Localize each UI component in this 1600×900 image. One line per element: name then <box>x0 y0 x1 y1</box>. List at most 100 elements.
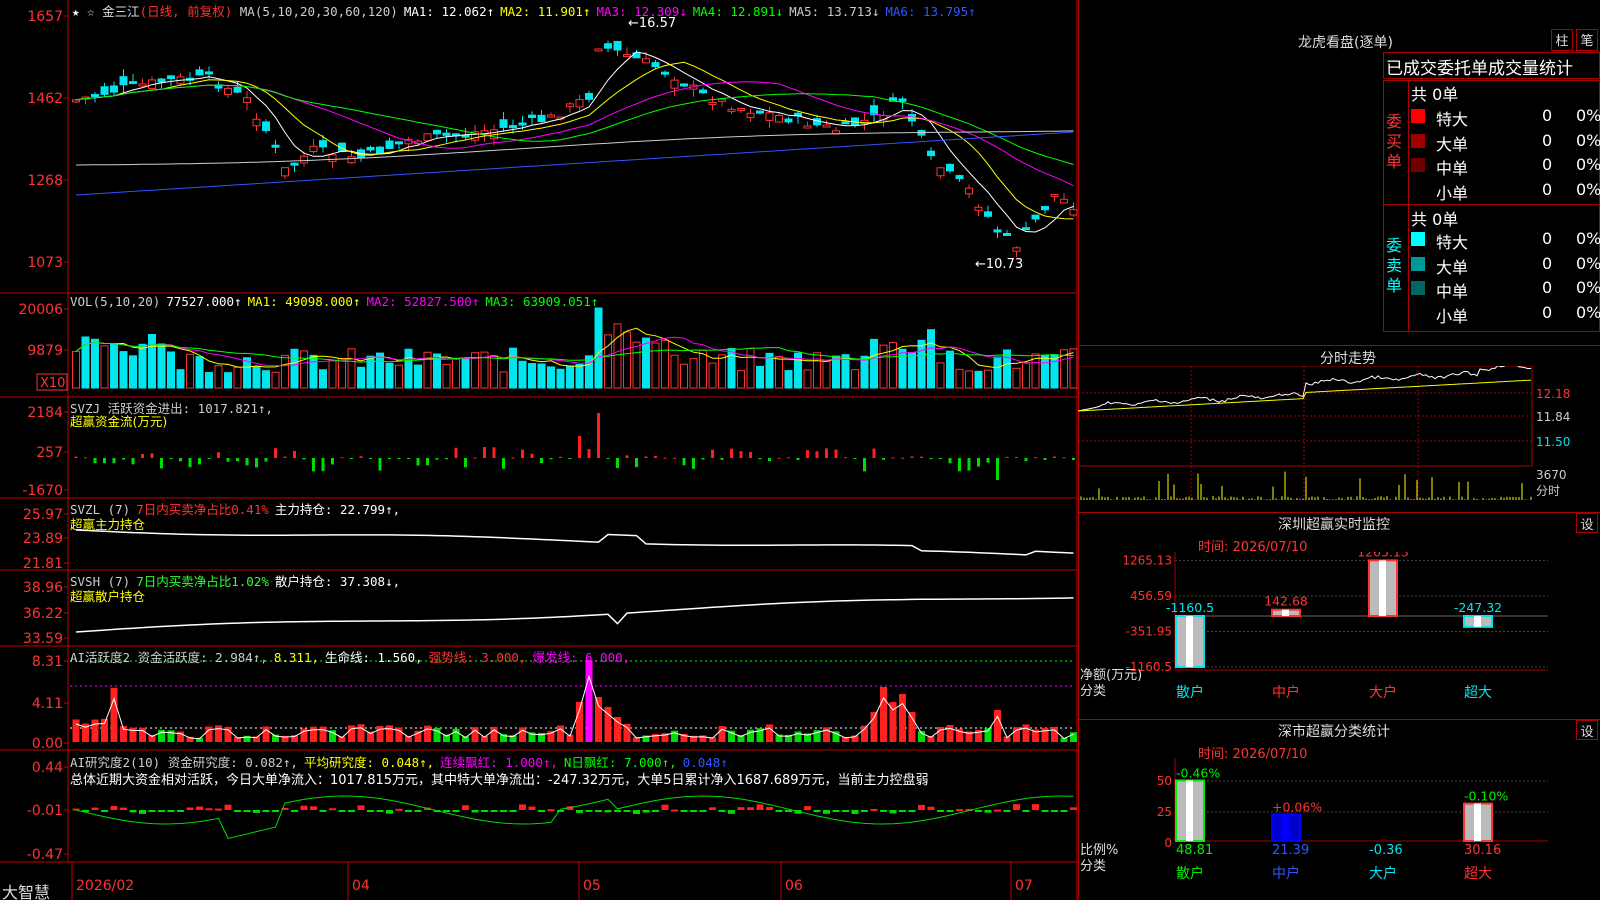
activity-bar <box>899 694 906 742</box>
volume-bar <box>917 339 926 389</box>
bar-mode-button[interactable]: 柱 <box>1551 29 1573 51</box>
activity-bar <box>424 725 431 742</box>
volume-bar <box>1041 355 1049 389</box>
intraday-top-border <box>1078 345 1600 346</box>
order-type-label: 小单 <box>1436 306 1469 326</box>
legend-item: 散户持仓: 37.308↓, <box>274 574 401 589</box>
tab-traded[interactable]: 已成交 <box>1386 59 1437 78</box>
volume-bar <box>946 350 954 389</box>
flow-bar <box>663 457 667 459</box>
order-row: 特大 0 0% <box>1409 228 1600 252</box>
candle <box>205 71 213 75</box>
star-icon[interactable]: ★ ☆ <box>72 4 102 19</box>
legend-item: 强势线: 3.000, <box>428 650 527 665</box>
research-bar <box>272 810 279 812</box>
flow-bar <box>74 456 78 458</box>
flow-bar <box>910 456 914 458</box>
legend-item: 爆发线: 6.000, <box>532 650 631 665</box>
y-tick: 1462 <box>27 91 63 107</box>
candle <box>927 150 935 157</box>
research-bar <box>823 810 830 814</box>
flow-bar <box>378 458 382 471</box>
flow-bar <box>635 458 638 468</box>
candle <box>537 114 546 123</box>
order-percent: 0% <box>1576 302 1600 322</box>
order-row: 中单 0 0% <box>1409 277 1600 301</box>
flow-bar <box>853 458 857 460</box>
activity-bar <box>91 719 99 742</box>
order-count: 0 <box>1542 302 1553 322</box>
research-bar <box>633 810 640 814</box>
legend-item: 连续飘红: 1.000↑, <box>440 755 558 770</box>
flow-bar <box>806 450 809 458</box>
volume-bar <box>452 358 460 389</box>
research-bar <box>177 810 184 812</box>
activity-bar <box>376 726 384 742</box>
research-bar <box>395 808 403 811</box>
research-bar <box>756 804 764 810</box>
volume-bar <box>281 354 289 389</box>
flow-bar <box>435 458 439 460</box>
volume-bar <box>879 344 888 389</box>
flow-bar <box>312 458 315 472</box>
monitor-value-label: -247.32 <box>1454 600 1502 615</box>
flow-bar <box>207 458 211 459</box>
color-swatch <box>1411 133 1425 148</box>
volume-bar <box>528 363 536 389</box>
flow-bar <box>692 458 695 469</box>
sell-side-label: 委卖单 <box>1386 236 1403 295</box>
monitor-category: 散户 <box>1176 684 1204 701</box>
order-percent: 0% <box>1576 130 1600 150</box>
y-tick: 9879 <box>27 343 63 359</box>
legend-item: 平均研究度: 0.048↑, <box>303 755 435 770</box>
main-legend: ★ ☆ 金三江(日线, 前复权) MA(5,10,20,30,60,120) MA… <box>72 1 982 20</box>
volume-bar <box>822 360 831 389</box>
volume-bar <box>594 307 603 389</box>
tick-mode-button[interactable]: 笔 <box>1576 29 1598 51</box>
research-bar <box>1041 810 1049 812</box>
monitor-settings-button[interactable]: 设 <box>1576 513 1598 533</box>
candle <box>1031 214 1040 220</box>
candle <box>965 187 973 195</box>
tab-orders[interactable]: 委托单 <box>1437 59 1488 78</box>
activity-bar <box>386 725 393 742</box>
flow-bar <box>825 448 828 458</box>
flow-bar <box>929 458 933 460</box>
activity-bar <box>794 731 802 742</box>
candle <box>157 78 166 83</box>
volume-bar <box>927 329 935 389</box>
order-type-label: 大单 <box>1436 257 1469 277</box>
order-percent: 0% <box>1576 106 1600 125</box>
flow-bar <box>701 458 705 460</box>
activity-bar <box>557 725 564 742</box>
research-bar <box>348 810 355 812</box>
order-count: 0 <box>1542 179 1553 199</box>
research-bar <box>139 810 146 814</box>
activity-bar <box>348 725 355 742</box>
color-swatch <box>1411 232 1425 246</box>
volume-bar <box>689 358 698 389</box>
flow-bar <box>1072 458 1075 461</box>
candle <box>119 76 128 86</box>
research-bar <box>519 804 526 810</box>
legend-item: AI研究度2(10) 资金研究度: 0.082↑, <box>70 755 298 770</box>
class-settings-button[interactable]: 设 <box>1576 720 1598 740</box>
flow-bar <box>730 448 733 458</box>
flow-bar <box>844 457 847 459</box>
stock-name: 金三江 <box>102 4 140 19</box>
class-value-label: 48.81 <box>1176 843 1213 858</box>
candle <box>708 101 717 106</box>
class-axis-label: 比例% <box>1080 843 1118 858</box>
intraday-chart[interactable]: 12.18 11.84 11.50 3670 分时 <box>1078 366 1600 514</box>
volume-bar <box>357 366 365 389</box>
chart-mode[interactable]: (日线, 前复权) <box>140 4 233 19</box>
research-bar <box>918 804 925 810</box>
flow-bar <box>673 457 676 459</box>
legend-item: 7日内买卖净占比0.41% <box>136 502 269 517</box>
legend-item: N日飘红: 7.000↑, <box>563 755 677 770</box>
class-value-label: -0.36 <box>1369 843 1403 858</box>
tab-volume-stats[interactable]: 成交量统计 <box>1488 59 1573 78</box>
research-bar <box>642 810 650 813</box>
candle <box>347 156 356 164</box>
monitor-value-label: 1265.13 <box>1357 552 1409 559</box>
